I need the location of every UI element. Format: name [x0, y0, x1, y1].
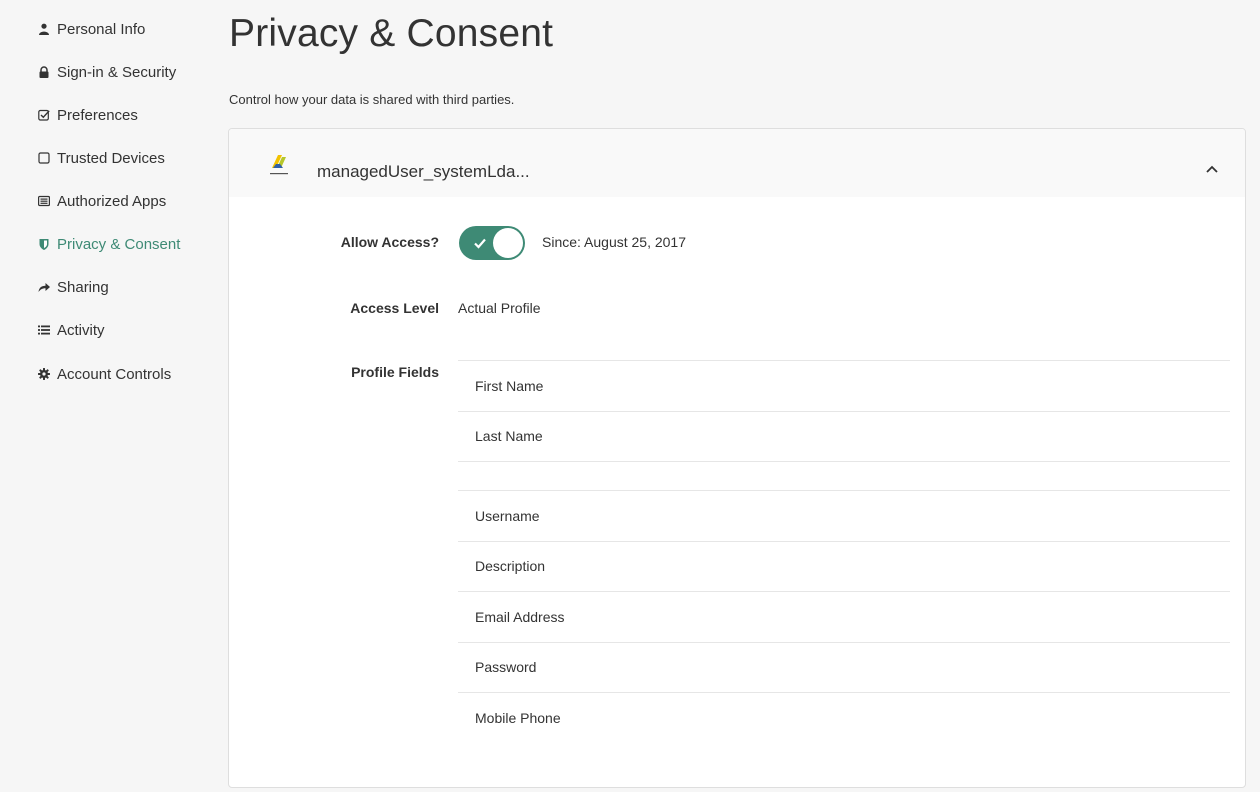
access-level-value: Actual Profile [458, 300, 541, 316]
sidebar-item-label: Sign-in & Security [57, 63, 177, 81]
checkbox-icon [38, 109, 50, 121]
list-box-icon [38, 195, 50, 207]
sidebar-item-privacy-consent[interactable]: Privacy & Consent [38, 232, 180, 256]
sidebar: Personal Info Sign-in & Security Prefere… [0, 0, 210, 792]
sidebar-item-sharing[interactable]: Sharing [38, 275, 109, 299]
sidebar-item-trusted-devices[interactable]: Trusted Devices [38, 146, 165, 170]
list-item: Description [458, 540, 1230, 592]
user-icon [38, 23, 50, 35]
sidebar-item-label: Activity [57, 321, 105, 339]
list-item: Last Name [458, 410, 1230, 462]
sidebar-item-label: Privacy & Consent [57, 235, 181, 253]
allow-access-toggle[interactable] [459, 226, 525, 260]
toggle-knob [493, 228, 523, 258]
list-item: Mobile Phone [458, 692, 1230, 743]
sidebar-item-account-controls[interactable]: Account Controls [38, 362, 171, 386]
app-logo-icon [269, 154, 289, 178]
list-item: Password [458, 641, 1230, 693]
sidebar-item-preferences[interactable]: Preferences [38, 103, 138, 127]
sidebar-item-authorized-apps[interactable]: Authorized Apps [38, 189, 166, 213]
list-item: Username [458, 490, 1230, 541]
square-icon [38, 152, 50, 164]
list-icon [38, 324, 50, 336]
sidebar-item-label: Sharing [57, 278, 109, 296]
sidebar-item-label: Trusted Devices [57, 149, 165, 167]
access-level-label: Access Level [350, 300, 439, 316]
list-item: First Name [458, 360, 1230, 411]
list-item: Email Address [458, 591, 1230, 642]
share-icon [38, 281, 50, 293]
sidebar-item-label: Preferences [57, 106, 138, 124]
app-name: managedUser_systemLda... [317, 162, 530, 181]
page-subtitle: Control how your data is shared with thi… [229, 92, 515, 107]
profile-fields-label: Profile Fields [351, 364, 439, 380]
gear-icon [38, 368, 50, 380]
lock-icon [38, 66, 50, 78]
sidebar-item-label: Account Controls [57, 365, 172, 383]
sidebar-item-sign-in-security[interactable]: Sign-in & Security [38, 60, 176, 84]
sidebar-item-label: Authorized Apps [57, 192, 167, 210]
chevron-up-icon[interactable] [1205, 162, 1219, 176]
shield-icon [38, 238, 50, 250]
allow-access-label: Allow Access? [340, 234, 439, 250]
page-title: Privacy & Consent [229, 12, 554, 55]
consent-card: managedUser_systemLda... Allow Access? S… [228, 128, 1246, 788]
sidebar-item-activity[interactable]: Activity [38, 318, 105, 342]
sidebar-item-personal-info[interactable]: Personal Info [38, 17, 145, 41]
check-icon [473, 236, 487, 250]
list-item [458, 461, 1230, 490]
profile-fields-list: First Name Last Name Username Descriptio… [458, 360, 1230, 743]
since-text: Since: August 25, 2017 [542, 234, 686, 250]
sidebar-item-label: Personal Info [57, 20, 146, 38]
card-header[interactable]: managedUser_systemLda... [229, 129, 1245, 197]
